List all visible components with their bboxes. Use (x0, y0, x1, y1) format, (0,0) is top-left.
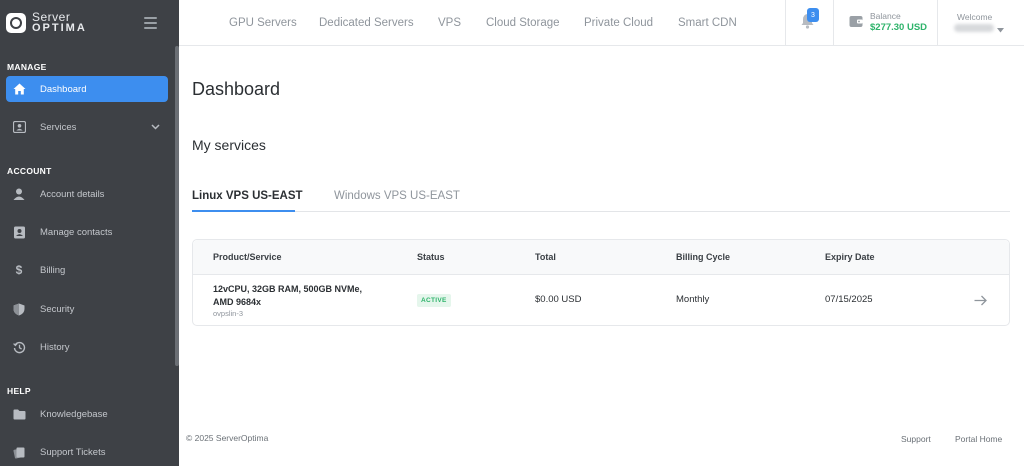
section-subtitle: My services (192, 137, 266, 153)
topnav-vps[interactable]: VPS (438, 17, 461, 29)
sidebar: Server OPTIMA MANAGE Dashboard Services … (0, 0, 179, 466)
sidebar-item-label: Billing (40, 264, 66, 276)
hamburger-menu-icon[interactable] (144, 17, 157, 32)
tab-linux-vps-us-east[interactable]: Linux VPS US-EAST (192, 190, 303, 202)
column-header-status[interactable]: Status (417, 252, 445, 262)
product-name-line2: AMD 9684x (213, 297, 262, 307)
balance-label: Balance (870, 11, 901, 21)
sidebar-item-security[interactable]: Security (6, 296, 168, 322)
footer-copyright: © 2025 ServerOptima (186, 433, 269, 443)
sidebar-item-dashboard[interactable]: Dashboard (6, 76, 168, 102)
contacts-icon (12, 225, 26, 239)
column-header-billing-cycle[interactable]: Billing Cycle (676, 252, 730, 262)
welcome-label: Welcome (957, 12, 993, 22)
status-badge: ACTIVE (417, 294, 451, 307)
column-header-expiry-date[interactable]: Expiry Date (825, 252, 875, 262)
brand-name: Server OPTIMA (32, 11, 87, 34)
section-title-help: HELP (7, 386, 31, 396)
arrow-right-icon[interactable] (974, 293, 987, 311)
history-icon (12, 340, 26, 354)
footer-link-portal-home[interactable]: Portal Home (955, 434, 1002, 444)
shield-icon (12, 302, 26, 316)
tab-windows-vps-us-east[interactable]: Windows VPS US-EAST (334, 190, 460, 202)
sidebar-item-label: Support Tickets (40, 446, 106, 458)
balance-value[interactable]: $277.30 USD (870, 22, 927, 33)
topnav-cloud-storage[interactable]: Cloud Storage (486, 17, 560, 29)
page-title: Dashboard (192, 79, 281, 99)
user-icon (12, 187, 26, 201)
home-icon (12, 82, 26, 96)
caret-down-icon[interactable] (997, 20, 1004, 38)
dollar-icon: $ (15, 263, 23, 277)
table-header: Product/Service Status Total Billing Cyc… (193, 240, 1009, 275)
sidebar-item-support-tickets[interactable]: Support Tickets (6, 439, 168, 465)
sidebar-item-services[interactable]: Services (6, 114, 168, 140)
brand[interactable]: Server OPTIMA (0, 0, 179, 46)
services-tabs: Linux VPS US-EAST Windows VPS US-EAST (192, 183, 1010, 212)
sidebar-item-label: Dashboard (40, 83, 87, 95)
tickets-icon (12, 445, 26, 459)
sidebar-item-label: Account details (40, 188, 105, 200)
product-name-line1: 12vCPU, 32GB RAM, 500GB NVMe, (213, 284, 363, 294)
topbar-divider (937, 0, 938, 46)
sidebar-item-label: Security (40, 303, 75, 315)
active-tab-indicator (192, 210, 295, 212)
section-title-account: ACCOUNT (7, 166, 52, 176)
wallet-icon[interactable] (849, 15, 863, 33)
sidebar-item-label: Knowledgebase (40, 408, 108, 420)
sidebar-scrollbar[interactable] (175, 46, 179, 366)
top-bar: GPU Servers Dedicated Servers VPS Cloud … (179, 0, 1024, 46)
user-name-blurred[interactable] (954, 24, 994, 32)
total-value: $0.00 USD (535, 294, 582, 305)
folder-icon (12, 407, 26, 421)
section-title-manage: MANAGE (7, 62, 47, 72)
brand-line2: OPTIMA (32, 22, 87, 34)
notification-count-badge: 3 (807, 8, 819, 22)
topbar-divider (833, 0, 834, 46)
services-table: Product/Service Status Total Billing Cyc… (192, 239, 1010, 326)
product-name: 12vCPU, 32GB RAM, 500GB NVMe, AMD 9684x (213, 283, 383, 309)
chevron-down-icon (151, 122, 160, 133)
topbar-divider (785, 0, 786, 46)
sidebar-item-label: Manage contacts (40, 226, 113, 238)
sidebar-item-account-details[interactable]: Account details (6, 181, 168, 207)
topnav-dedicated-servers[interactable]: Dedicated Servers (319, 17, 414, 29)
sidebar-item-knowledgebase[interactable]: Knowledgebase (6, 401, 168, 427)
id-card-icon (12, 120, 26, 134)
topnav-gpu-servers[interactable]: GPU Servers (229, 17, 297, 29)
column-header-total[interactable]: Total (535, 252, 556, 262)
sidebar-item-label: History (40, 341, 70, 353)
sidebar-item-label: Services (40, 121, 77, 133)
sidebar-item-billing[interactable]: $ Billing (6, 257, 168, 283)
column-header-product[interactable]: Product/Service (213, 252, 282, 262)
sidebar-item-manage-contacts[interactable]: Manage contacts (6, 219, 168, 245)
topnav-smart-cdn[interactable]: Smart CDN (678, 17, 737, 29)
product-hostname: ovpslin-3 (213, 309, 244, 318)
expiry-date-value: 07/15/2025 (825, 294, 873, 305)
brand-logo-icon (6, 13, 26, 33)
footer-link-support[interactable]: Support (901, 434, 931, 444)
topnav-private-cloud[interactable]: Private Cloud (584, 17, 653, 29)
billing-cycle-value: Monthly (676, 294, 710, 305)
sidebar-item-history[interactable]: History (6, 334, 168, 360)
